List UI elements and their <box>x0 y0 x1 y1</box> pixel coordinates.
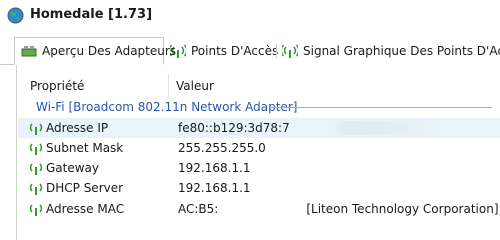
window-title: Homedale [1.73] <box>30 7 153 22</box>
table-row-dhcp-server[interactable]: DHCP Server 192.168.1.1 <box>18 178 500 198</box>
tab-separator <box>276 44 277 58</box>
globe-icon <box>7 7 24 24</box>
mac-vendor: [Liteon Technology Corporation] <box>306 202 499 216</box>
tab-adapter-overview[interactable]: Aperçu Des Adapteurs <box>14 37 176 65</box>
adapter-group-heading[interactable]: Wi-Fi [Broadcom 802.11n Network Adapter] <box>36 98 297 116</box>
group-divider <box>270 107 492 108</box>
table-row-ip-address[interactable]: Adresse IP fe80::b129:3d78:7 <box>18 118 500 138</box>
row-label: DHCP Server <box>46 181 124 195</box>
table-row-mac-address[interactable]: Adresse MAC AC:B5: [Liteon Technology Cor… <box>18 199 500 219</box>
wifi-signal-icon <box>29 123 43 135</box>
table-row-gateway[interactable]: Gateway 192.168.1.1 <box>18 158 500 178</box>
row-label: Adresse IP <box>46 121 109 135</box>
row-value: 255.255.255.0 <box>178 141 266 155</box>
tab-label: Points D'Accès <box>191 44 279 58</box>
network-adapter-icon <box>21 46 37 57</box>
row-value: fe80::b129:3d78:7 <box>178 121 290 135</box>
tab-label: Signal Graphique Des Points D'Accès <box>303 44 500 58</box>
wifi-signal-icon <box>29 204 43 216</box>
row-value: 192.168.1.1 <box>178 161 251 175</box>
row-label: Subnet Mask <box>46 141 124 155</box>
column-header-value[interactable]: Valeur <box>176 79 214 93</box>
title-bar: Homedale [1.73] <box>0 0 500 34</box>
column-divider[interactable] <box>168 74 169 98</box>
row-value: 192.168.1.1 <box>178 181 251 195</box>
tab-strip: Aperçu Des Adapteurs Points D'Accès Sign… <box>0 34 500 65</box>
mac-prefix: AC:B5: <box>178 202 219 216</box>
wifi-signal-icon <box>29 163 43 175</box>
wifi-signal-icon <box>29 143 43 155</box>
row-label: Adresse MAC <box>46 202 125 216</box>
row-value: AC:B5: [Liteon Technology Corporation] <box>178 202 499 216</box>
table-row-subnet-mask[interactable]: Subnet Mask 255.255.255.0 <box>18 138 500 158</box>
wifi-signal-icon <box>282 44 298 58</box>
redacted-region <box>332 121 442 135</box>
tab-label: Aperçu Des Adapteurs <box>42 44 177 58</box>
wifi-signal-icon <box>29 183 43 195</box>
row-label: Gateway <box>46 161 100 175</box>
tab-access-points[interactable]: Points D'Accès <box>166 40 278 62</box>
tab-signal-graph[interactable]: Signal Graphique Des Points D'Accès <box>278 40 500 62</box>
table-header: Propriété Valeur <box>18 74 500 98</box>
column-header-property[interactable]: Propriété <box>30 79 84 93</box>
